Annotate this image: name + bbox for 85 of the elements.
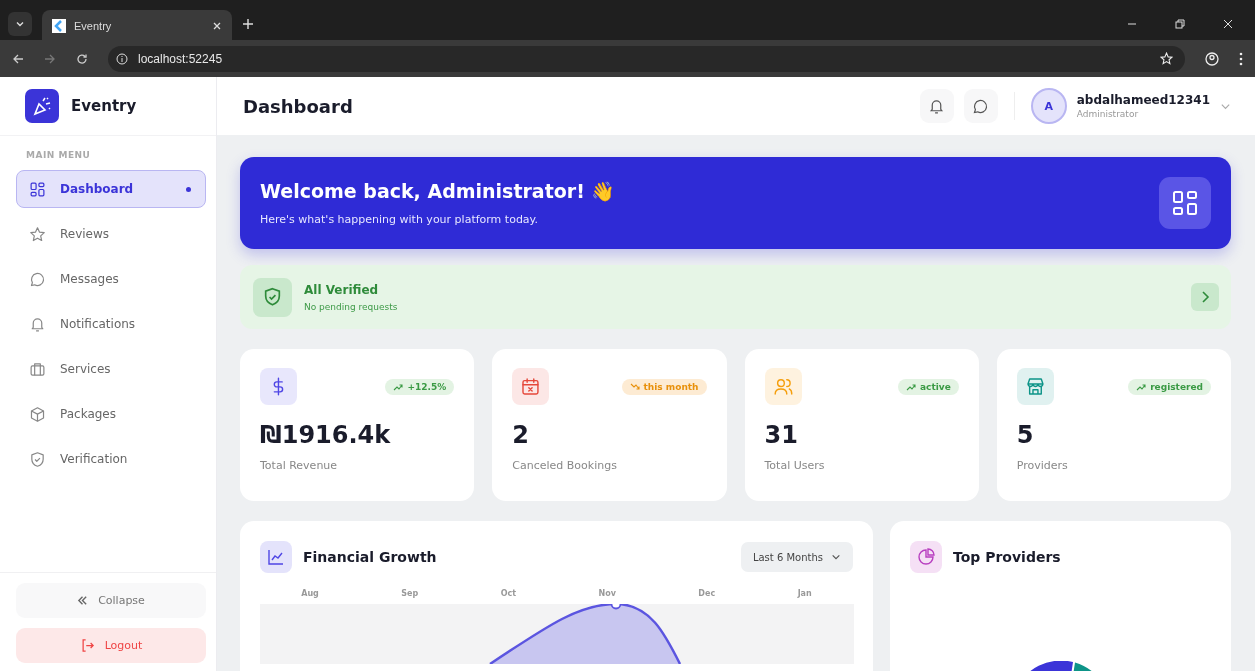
card-title: Financial Growth [303,549,437,565]
chevron-down-icon [831,552,841,562]
trend-badge: active [897,378,959,395]
chevron-down-icon [15,19,25,29]
stat-label: Canceled Bookings [512,459,618,472]
axis-label: Jan [797,589,812,598]
trend-icon [905,382,916,391]
active-dot [186,186,191,192]
box-icon [29,405,46,423]
users-icon [764,368,802,405]
reload-icon[interactable] [76,52,88,65]
bell-icon [29,315,46,333]
shield-check-icon [253,277,292,317]
close-icon[interactable] [1223,19,1233,29]
app-logo-icon [52,19,66,33]
avatar[interactable]: A [1030,88,1067,124]
logout-icon [79,638,95,653]
trend-icon [629,382,640,391]
status-subtitle: No pending requests [304,301,398,312]
card-title: Top Providers [953,549,1061,565]
messages-button[interactable] [963,89,998,123]
page-title: Dashboard [243,95,353,117]
nav-item[interactable]: Reviews [16,215,206,253]
browser-tab[interactable]: Eventry [42,10,232,42]
nav-item[interactable]: Dashboard [16,170,206,208]
calendar-icon [512,368,550,405]
new-tab-icon[interactable] [242,18,254,30]
stat-value: 2 [512,421,530,449]
verification-status-bar[interactable]: All Verified No pending requests [240,265,1231,329]
logout-button[interactable]: Logout [16,628,206,663]
forward-icon[interactable] [44,52,56,65]
address-field[interactable]: localhost:52245 [108,45,1185,72]
pie-chart-icon [910,541,942,573]
period-dropdown[interactable]: Last 6 Months [740,542,853,572]
stat-value: 31 [764,421,799,449]
stat-label: Providers [1016,459,1069,472]
nav-item[interactable]: Messages [16,260,206,298]
party-popper-icon [25,89,59,123]
back-icon[interactable] [12,52,24,65]
profile-icon[interactable] [1205,51,1219,66]
banner-title: Welcome back, Administrator! 👋 [260,180,617,203]
nav-item[interactable]: Verification [16,440,206,478]
axis-label: Dec [698,589,716,598]
stat-label: Total Users [764,459,826,472]
banner-subtitle: Here's what's happening with your platform today. [260,213,540,226]
double-chevron-icon [77,595,89,606]
briefcase-icon [29,360,46,378]
trend-icon [393,382,404,391]
trend-badge: +12.5% [385,378,455,395]
nav-item[interactable]: Notifications [16,305,206,343]
axis-label: Aug [301,589,319,598]
collapse-button[interactable]: Collapse [16,583,206,618]
axis-label: Oct [500,589,517,598]
dollar-icon [260,368,297,405]
user-role: Administrator [1076,109,1140,119]
user-name: abdalhameed12341 [1076,93,1210,107]
section-label: MAIN MENU [25,149,92,162]
tab-list-button[interactable] [8,12,32,36]
status-title: All Verified [304,282,380,297]
trend-badge: registered [1128,378,1211,395]
menu-icon[interactable] [1239,51,1243,66]
nav-item[interactable]: Packages [16,395,206,433]
stat-value: 5 [1016,421,1035,449]
chat-bubble-icon [972,97,990,115]
axis-label: Nov [598,589,616,598]
star-icon [29,225,46,243]
notifications-button[interactable] [919,89,954,123]
shield-check-icon [29,450,46,468]
restore-icon[interactable] [1175,19,1185,29]
trend-badge: this month [621,378,707,395]
store-icon [1016,368,1054,405]
brand-name: Eventry [71,97,137,115]
chat-bubble-icon [29,270,46,288]
grid-icon [29,180,46,198]
grid-icon [1159,177,1211,229]
nav-item[interactable]: Services [16,350,206,388]
stat-label: Total Revenue [260,459,339,472]
tab-title: Eventry [74,20,112,32]
close-icon[interactable] [212,21,222,31]
trend-icon [1136,382,1147,391]
line-chart-icon [260,541,292,573]
star-icon[interactable] [1160,52,1173,65]
info-icon [116,52,128,65]
stat-value: ₪1916.4k [260,421,392,449]
axis-label: Sep [401,589,419,598]
